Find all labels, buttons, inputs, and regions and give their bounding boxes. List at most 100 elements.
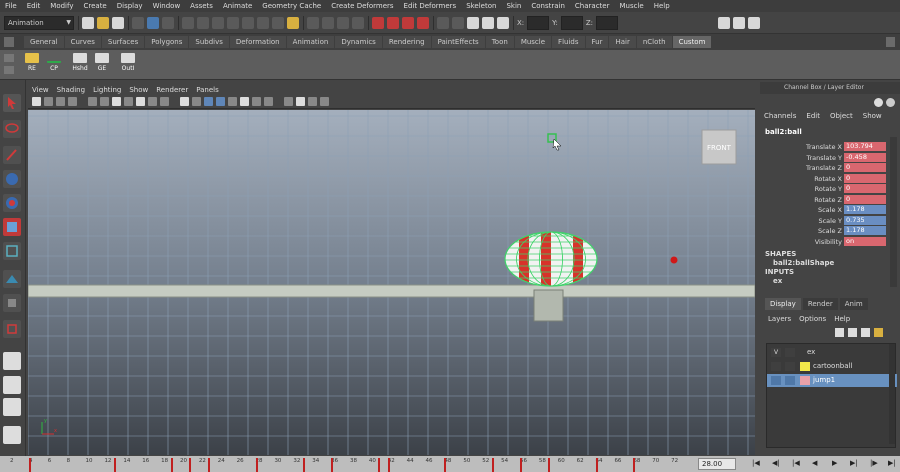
keyframe-marker[interactable] xyxy=(302,458,305,472)
attribute-row[interactable]: Visibility on xyxy=(760,236,888,247)
visibility-toggle[interactable] xyxy=(771,376,781,385)
move-pivot-marker[interactable] xyxy=(670,256,678,264)
shelf-tab-surfaces[interactable]: Surfaces xyxy=(101,36,145,48)
xray-icon[interactable] xyxy=(216,97,225,106)
keyframe-marker[interactable] xyxy=(595,458,598,472)
layer-up-icon[interactable] xyxy=(835,328,844,337)
input-node[interactable]: ex xyxy=(765,277,834,286)
attribute-row[interactable]: Scale X 1.178 xyxy=(760,205,888,215)
panel-menu-shading[interactable]: Shading xyxy=(53,86,89,94)
input-line-icon[interactable] xyxy=(437,16,449,29)
keyframe-marker[interactable] xyxy=(520,458,522,472)
coord-z-field[interactable] xyxy=(596,15,619,30)
panel-menu-lighting[interactable]: Lighting xyxy=(89,86,125,94)
menu-constrain[interactable]: Constrain xyxy=(526,2,570,10)
layer-color-swatch[interactable] xyxy=(800,362,810,371)
keyframe-marker[interactable] xyxy=(189,458,192,472)
attribute-row[interactable]: Translate X 103.794 xyxy=(760,142,888,152)
keyframe-marker[interactable] xyxy=(28,458,31,472)
sidebar-toggle-icon-3[interactable] xyxy=(497,16,509,29)
attribute-value[interactable]: 1.178 xyxy=(844,205,886,214)
shelf-tab-curves[interactable]: Curves xyxy=(64,36,101,48)
shelf-item-outi[interactable]: OutI xyxy=(118,53,138,72)
four-view-layout-icon[interactable] xyxy=(3,376,21,394)
attribute-value[interactable]: on xyxy=(844,236,886,246)
resolution-gate-icon[interactable] xyxy=(112,97,121,106)
snap-surface-icon[interactable] xyxy=(352,16,364,29)
quick-select-icon[interactable] xyxy=(452,16,464,29)
high-quality-icon[interactable] xyxy=(264,97,273,106)
gate-mask-icon[interactable] xyxy=(124,97,133,106)
panel-menu-show[interactable]: Show xyxy=(125,86,152,94)
shelf-tab-fur[interactable]: Fur xyxy=(585,36,609,48)
layer-row[interactable]: cartoonball xyxy=(767,360,897,373)
mask-icon-1[interactable] xyxy=(182,16,194,29)
select-component-icon[interactable] xyxy=(162,16,174,29)
shelf-tab-subdivs[interactable]: Subdivs xyxy=(189,36,229,48)
go-to-end-icon[interactable]: ▶| xyxy=(888,459,896,467)
menu-character[interactable]: Character xyxy=(570,2,615,10)
channels-menu[interactable]: Channels xyxy=(764,112,796,120)
scale-tool-icon[interactable] xyxy=(3,218,21,236)
view-cube[interactable]: FRONT xyxy=(701,129,737,165)
keyframe-marker[interactable] xyxy=(378,458,381,472)
template-toggle[interactable] xyxy=(785,376,795,385)
wireframe-icon[interactable] xyxy=(180,97,189,106)
mask-icon-4[interactable] xyxy=(227,16,239,29)
history-icon[interactable] xyxy=(372,16,384,29)
texture-icon[interactable] xyxy=(228,97,237,106)
visibility-toggle[interactable]: V xyxy=(771,348,781,357)
edit-menu[interactable]: Edit xyxy=(806,112,820,120)
shelf-scroll-up-icon[interactable] xyxy=(4,54,14,62)
shelf-tab-polygons[interactable]: Polygons xyxy=(145,36,189,48)
mask-icon-2[interactable] xyxy=(197,16,209,29)
image-plane-icon[interactable] xyxy=(68,97,77,106)
menu-file[interactable]: File xyxy=(0,2,22,10)
panel-menu-renderer[interactable]: Renderer xyxy=(152,86,192,94)
coord-y-field[interactable] xyxy=(560,15,583,30)
sidebar-icon-2[interactable] xyxy=(733,16,746,29)
layer-list-scrollbar[interactable] xyxy=(889,344,895,444)
shelf-tab-ncloth[interactable]: nCloth xyxy=(636,36,672,48)
mask-icon-8[interactable] xyxy=(287,16,299,29)
show-menu[interactable]: Show xyxy=(863,112,882,120)
save-scene-icon[interactable] xyxy=(112,16,124,29)
viewport-canvas[interactable]: FRONT y x xyxy=(28,110,755,455)
persp-outliner-layout-icon[interactable] xyxy=(3,398,21,416)
last-tool-icon[interactable] xyxy=(3,320,21,338)
smooth-shade-icon[interactable] xyxy=(192,97,201,106)
attribute-value[interactable]: 0 xyxy=(844,184,886,193)
universal-manip-tool-icon[interactable] xyxy=(3,242,21,260)
go-to-start-icon[interactable]: |◀ xyxy=(752,459,760,467)
keyframe-marker[interactable] xyxy=(444,458,447,472)
options-menu[interactable]: Options xyxy=(799,315,826,323)
shelf-tab-general[interactable]: General xyxy=(24,36,64,48)
viewport-panel[interactable]: FRONT y x xyxy=(28,110,755,455)
attribute-row[interactable]: Translate Z0 xyxy=(760,163,888,173)
mask-icon-7[interactable] xyxy=(272,16,284,29)
keyframe-marker[interactable] xyxy=(255,458,258,472)
wireframe-on-shaded-icon[interactable] xyxy=(204,97,213,106)
menu-animate[interactable]: Animate xyxy=(218,2,257,10)
film-gate-icon[interactable] xyxy=(100,97,109,106)
xray-joints-icon[interactable] xyxy=(296,97,305,106)
shelf-tab-hair[interactable]: Hair xyxy=(609,36,636,48)
keyframe-marker[interactable] xyxy=(331,458,334,472)
menu-edit[interactable]: Edit xyxy=(22,2,46,10)
select-hierarchy-icon[interactable] xyxy=(132,16,144,29)
menu-geometry-cache[interactable]: Geometry Cache xyxy=(257,2,326,10)
shelf-item-re[interactable]: RE xyxy=(22,53,42,72)
mask-icon-5[interactable] xyxy=(242,16,254,29)
help-icon[interactable] xyxy=(874,98,883,107)
safe-action-icon[interactable] xyxy=(148,97,157,106)
select-object-icon[interactable] xyxy=(147,16,159,29)
panel-menu-panels[interactable]: Panels xyxy=(192,86,223,94)
shelf-item-hshd[interactable]: Hshd xyxy=(70,53,90,72)
render-icon[interactable] xyxy=(387,16,399,29)
shelf-tab-animation[interactable]: Animation xyxy=(286,36,335,48)
help-menu[interactable]: Help xyxy=(834,315,850,323)
menu-create-deformers[interactable]: Create Deformers xyxy=(326,2,398,10)
shelf-item-cp[interactable]: CP xyxy=(44,53,64,72)
snap-curve-icon[interactable] xyxy=(322,16,334,29)
layer-tab-display[interactable]: Display xyxy=(765,298,801,310)
